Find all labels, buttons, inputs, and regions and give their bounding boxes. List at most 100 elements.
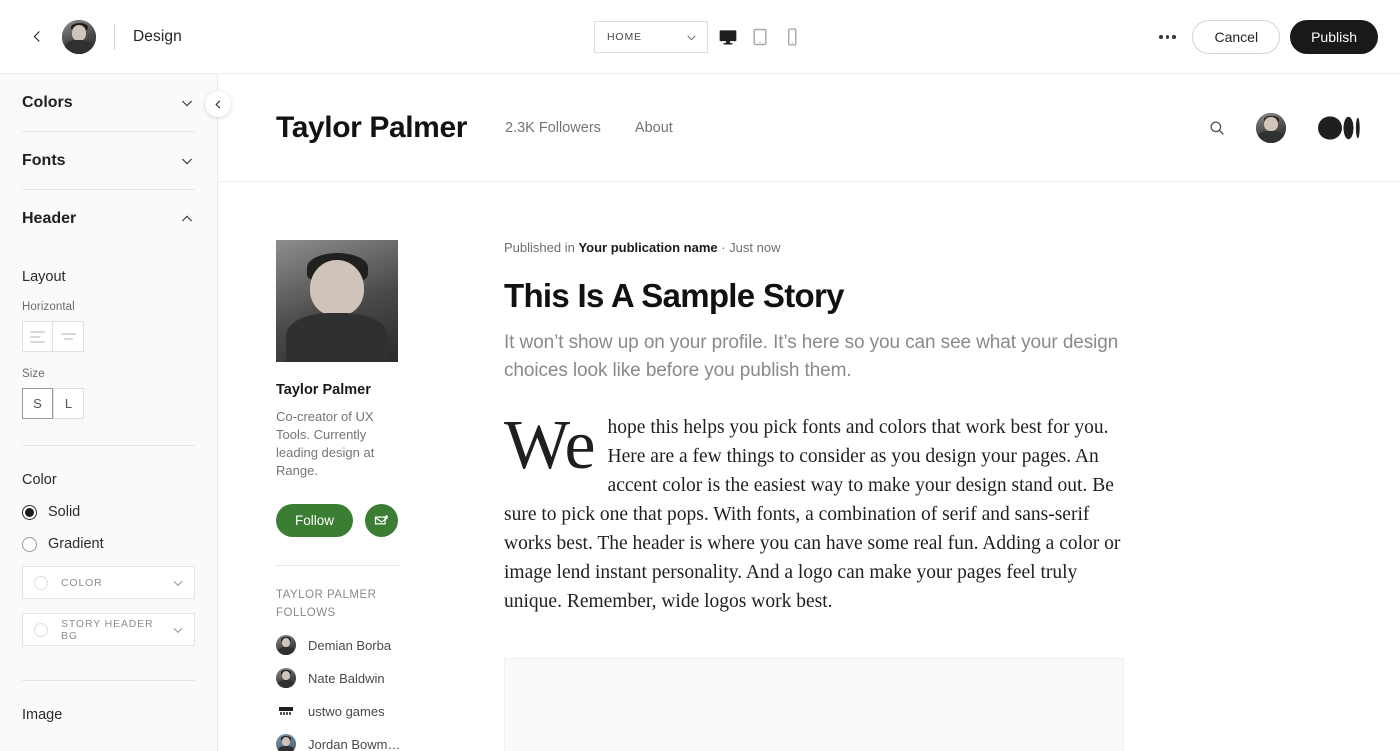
radio-selected-icon bbox=[22, 504, 37, 520]
profile-name: Taylor Palmer bbox=[276, 382, 371, 398]
device-desktop-button[interactable] bbox=[712, 21, 744, 53]
align-left-icon bbox=[30, 330, 45, 343]
article-dropcap: We bbox=[504, 407, 596, 484]
size-l-button[interactable]: L bbox=[53, 388, 84, 419]
color-picker-color-label: COLOR bbox=[61, 576, 103, 589]
publication-header-actions bbox=[1204, 112, 1360, 143]
list-item[interactable]: Jordan Bowm… bbox=[276, 734, 400, 751]
nav-about[interactable]: About bbox=[635, 120, 673, 136]
publication-header: Taylor Palmer 2.3K Followers About bbox=[219, 74, 1400, 182]
list-item[interactable]: ustwo games bbox=[276, 701, 400, 721]
profile-bio: Co-creator of UX Tools. Currently leadin… bbox=[276, 409, 375, 478]
article-meta-prefix: Published in bbox=[504, 240, 579, 255]
size-s-button[interactable]: S bbox=[22, 388, 53, 419]
preview-canvas: Taylor Palmer 2.3K Followers About Taylo… bbox=[219, 74, 1400, 751]
sidebar-section-fonts[interactable]: Fonts bbox=[22, 132, 195, 189]
avatar bbox=[276, 635, 296, 655]
color-label: Color bbox=[22, 472, 57, 488]
color-swatch bbox=[34, 622, 48, 637]
toolbar-right-group: Cancel Publish bbox=[1152, 0, 1378, 74]
article-publication-name[interactable]: Your publication name bbox=[578, 240, 717, 255]
image-label: Image bbox=[22, 707, 63, 723]
device-mobile-button[interactable] bbox=[776, 21, 808, 53]
avatar bbox=[276, 701, 296, 721]
mobile-icon bbox=[787, 28, 797, 46]
sidebar-content: Colors Fonts Header Layout Horizontal Si… bbox=[0, 74, 217, 723]
design-sidebar: Colors Fonts Header Layout Horizontal Si… bbox=[0, 74, 218, 751]
top-toolbar: Design HOME Cancel Publish bbox=[0, 0, 1400, 74]
profile-photo-image bbox=[276, 240, 398, 362]
more-options-button[interactable] bbox=[1152, 22, 1182, 52]
toolbar-left-group: Design bbox=[0, 19, 182, 54]
chevron-down-icon bbox=[173, 580, 183, 586]
desktop-icon bbox=[719, 30, 737, 45]
color-mode-gradient-label: Gradient bbox=[48, 536, 104, 552]
device-tablet-button[interactable] bbox=[744, 21, 776, 53]
sidebar-section-colors[interactable]: Colors bbox=[22, 74, 195, 131]
follows-heading: TAYLOR PALMER FOLLOWS bbox=[276, 589, 377, 619]
cancel-button[interactable]: Cancel bbox=[1192, 20, 1281, 54]
list-item[interactable]: Nate Baldwin bbox=[276, 668, 400, 688]
list-item-label: Jordan Bowm… bbox=[308, 736, 401, 751]
align-left-button[interactable] bbox=[22, 321, 53, 352]
sidebar-section-colors-label: Colors bbox=[22, 93, 73, 111]
tablet-icon bbox=[753, 28, 767, 46]
list-item[interactable]: Demian Borba bbox=[276, 635, 400, 655]
subscribe-email-button[interactable] bbox=[365, 504, 399, 537]
sidebar-section-fonts-label: Fonts bbox=[22, 151, 66, 169]
page-select[interactable]: HOME bbox=[594, 21, 708, 53]
sidebar-section-header-label: Header bbox=[22, 209, 77, 227]
color-mode-gradient[interactable]: Gradient bbox=[22, 536, 195, 552]
color-picker-color[interactable]: COLOR bbox=[22, 566, 195, 599]
divider bbox=[22, 680, 195, 681]
chevron-down-icon bbox=[173, 627, 183, 633]
preview-controls: HOME bbox=[594, 21, 808, 53]
page-title: Design bbox=[133, 27, 182, 45]
profile-sidebar: Taylor Palmer Co-creator of UX Tools. Cu… bbox=[276, 240, 400, 751]
sidebar-collapse-button[interactable] bbox=[205, 91, 231, 117]
profile-photo bbox=[276, 240, 398, 362]
align-center-button[interactable] bbox=[53, 321, 84, 352]
horizontal-label: Horizontal bbox=[22, 301, 75, 313]
avatar-face bbox=[1256, 112, 1286, 143]
list-item-label: Nate Baldwin bbox=[308, 670, 385, 686]
divider bbox=[22, 445, 195, 446]
size-group: S L bbox=[22, 388, 195, 419]
list-item-label: ustwo games bbox=[308, 703, 385, 719]
color-picker-story-header-bg[interactable]: STORY HEADER BG bbox=[22, 613, 195, 646]
chevron-left-icon bbox=[33, 31, 40, 42]
color-picker-story-header-bg-label: STORY HEADER BG bbox=[61, 617, 154, 642]
divider bbox=[114, 23, 115, 50]
horizontal-align-group bbox=[22, 321, 195, 352]
color-mode-solid[interactable]: Solid bbox=[22, 504, 195, 520]
search-icon bbox=[1210, 121, 1224, 135]
chevron-left-icon bbox=[214, 99, 220, 109]
back-button[interactable] bbox=[24, 24, 50, 50]
page-select-value: HOME bbox=[607, 31, 642, 43]
ellipsis-icon bbox=[1159, 35, 1163, 39]
align-center-icon bbox=[60, 333, 76, 340]
medium-logo-button[interactable] bbox=[1318, 115, 1360, 141]
profile-actions: Follow bbox=[276, 504, 400, 537]
article-body: We hope this helps you pick fonts and col… bbox=[504, 407, 1124, 616]
publish-button[interactable]: Publish bbox=[1290, 20, 1378, 54]
follow-button[interactable]: Follow bbox=[276, 504, 354, 537]
avatar[interactable] bbox=[1256, 112, 1286, 143]
avatar bbox=[276, 734, 296, 751]
preview-body: Taylor Palmer Co-creator of UX Tools. Cu… bbox=[219, 182, 1400, 751]
divider bbox=[276, 565, 400, 566]
article-image-placeholder[interactable] bbox=[504, 658, 1124, 751]
chevron-down-icon bbox=[181, 100, 193, 107]
ustwo-logo-icon bbox=[279, 707, 293, 715]
radio-unselected-icon bbox=[22, 536, 37, 552]
chevron-up-icon bbox=[181, 214, 193, 221]
nav-followers[interactable]: 2.3K Followers bbox=[505, 120, 601, 136]
layout-label: Layout bbox=[22, 269, 66, 285]
search-button[interactable] bbox=[1204, 115, 1230, 141]
article: Published in Your publication name · Jus… bbox=[504, 240, 1124, 751]
avatar bbox=[276, 668, 296, 688]
avatar[interactable] bbox=[62, 19, 96, 54]
sidebar-section-header[interactable]: Header bbox=[22, 190, 195, 247]
